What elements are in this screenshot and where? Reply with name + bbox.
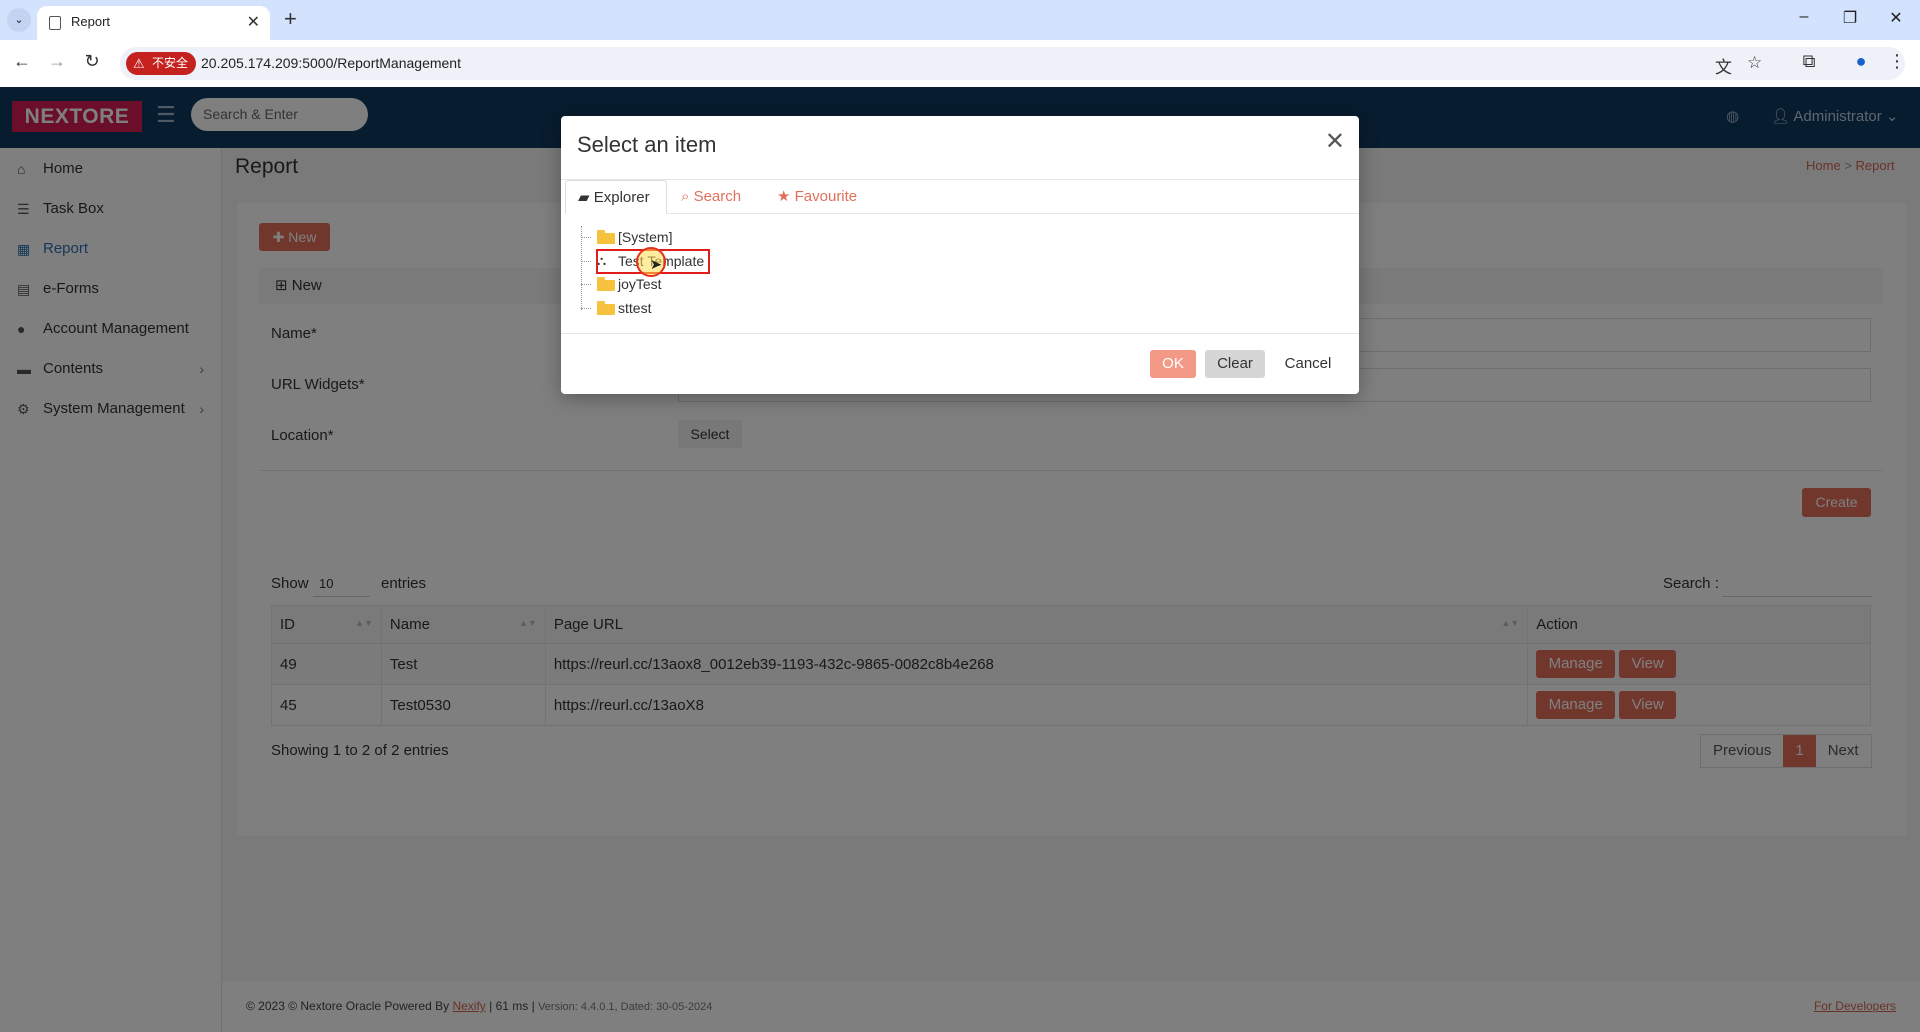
tab-favourite[interactable]: ★ Favourite (777, 180, 857, 214)
search-icon: ⌕ (681, 188, 690, 205)
tree-node-sttest[interactable]: sttest (581, 297, 681, 319)
tab-search[interactable]: ⌕ Search (681, 180, 741, 214)
tab-explorer[interactable]: ▰ Explorer (565, 180, 667, 214)
close-icon[interactable]: ✕ (1325, 130, 1345, 154)
browser-toolbar: ← → ↻ ⚠ 不安全 20.205.174.209:5000/ReportMan… (0, 40, 1920, 87)
reload-icon[interactable]: ↻ (80, 51, 104, 72)
new-tab-icon[interactable]: + (284, 6, 297, 32)
profile-icon[interactable]: ● (1849, 51, 1873, 72)
restore-icon[interactable]: ❐ (1838, 8, 1862, 28)
extensions-icon[interactable]: ⧉ (1797, 51, 1821, 72)
translate-icon[interactable]: 文 (1715, 53, 1732, 78)
tree-node-system[interactable]: [System] (581, 226, 681, 248)
browser-menu-icon[interactable]: ⋮ (1885, 51, 1909, 72)
cancel-button[interactable]: Cancel (1274, 350, 1342, 378)
close-window-icon[interactable]: ✕ (1884, 8, 1908, 28)
url-text: 20.205.174.209:5000/ReportManagement (201, 55, 461, 71)
bookmark-star-icon[interactable]: ☆ (1747, 53, 1762, 73)
dialog-title: Select an item (577, 132, 717, 157)
tree-node-joytest[interactable]: joyTest (581, 273, 681, 295)
tree-connector (581, 284, 591, 285)
tree-connector (581, 261, 591, 262)
minimize-icon[interactable]: – (1792, 8, 1816, 26)
folder-icon (597, 301, 615, 315)
tab-title: Report (71, 14, 111, 29)
close-tab-icon[interactable]: ✕ (247, 12, 260, 32)
folder-icon (597, 230, 615, 244)
browser-tab-bar: ⌄ Report ✕ + – ❐ ✕ (0, 0, 1920, 40)
tree-connector (581, 237, 591, 238)
star-icon: ★ (777, 188, 791, 205)
back-icon[interactable]: ← (10, 51, 34, 72)
forward-icon[interactable]: → (45, 51, 69, 72)
mouse-cursor-icon: ➤ (650, 256, 662, 272)
folder-icon (597, 277, 615, 291)
browser-tab[interactable]: Report ✕ (37, 6, 270, 40)
not-secure-badge[interactable]: ⚠ 不安全 (126, 52, 197, 75)
tab-bar-divider (667, 213, 1359, 214)
tab-search-chevron-icon[interactable]: ⌄ (7, 8, 31, 32)
page-icon (49, 16, 61, 30)
warning-icon: ⚠ (133, 56, 145, 71)
address-bar[interactable]: ⚠ 不安全 20.205.174.209:5000/ReportManagemen… (120, 47, 1905, 80)
clear-button[interactable]: Clear (1205, 350, 1265, 378)
dialog-footer-divider (561, 333, 1359, 334)
tree-connector (581, 308, 591, 309)
folder-icon: ▰ (578, 189, 590, 206)
ok-button[interactable]: OK (1150, 350, 1196, 378)
